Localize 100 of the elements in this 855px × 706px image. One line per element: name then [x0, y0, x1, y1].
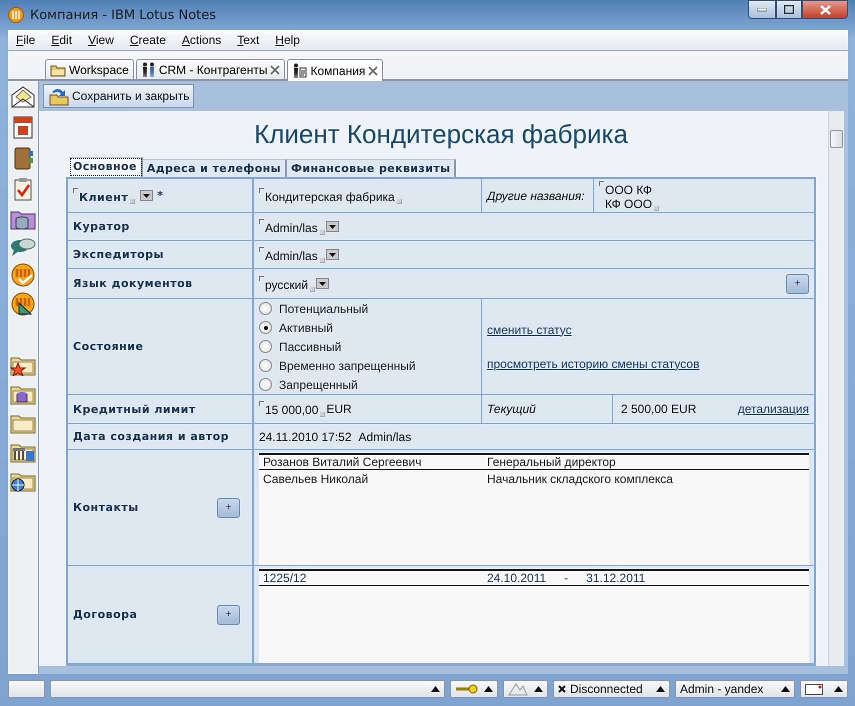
- menu-item[interactable]: Help: [275, 33, 300, 47]
- list-row[interactable]: Розанов Виталий Сергеевич Генеральный директор: [259, 453, 809, 470]
- menu-item[interactable]: Edit: [51, 33, 72, 47]
- field-label: Договора: [73, 608, 138, 621]
- radio-button[interactable]: [259, 359, 272, 372]
- field-label: Куратор: [73, 220, 130, 233]
- date-text: 24.11.2010 17:52: [259, 430, 352, 444]
- list-cell: 31.12.2011: [586, 571, 646, 585]
- tab[interactable]: Компания: [287, 59, 384, 81]
- text-field[interactable]: Кондитерская фабрика: [259, 188, 402, 204]
- people-icon: [140, 62, 156, 77]
- amount-text: 2 500,00 EUR: [621, 402, 696, 416]
- radio-option[interactable]: Временно запрещенный: [259, 356, 416, 375]
- envelope-icon[interactable]: [10, 85, 36, 109]
- menu-item[interactable]: Actions: [182, 33, 222, 47]
- form-tab[interactable]: Финансовые реквизиты: [287, 159, 456, 177]
- select-field[interactable]: Admin/las: [259, 246, 325, 262]
- radio-option[interactable]: Запрещенный: [259, 375, 358, 394]
- caret-up-icon[interactable]: [534, 686, 543, 692]
- status-panel[interactable]: [503, 680, 548, 698]
- caret-up-icon[interactable]: [431, 686, 440, 692]
- list-cell: Генеральный директор: [487, 455, 616, 469]
- list-cell: Начальник складского комплекса: [487, 472, 673, 486]
- maximize-button[interactable]: [776, 0, 802, 19]
- location-status[interactable]: Disconnected: [553, 680, 670, 698]
- required-mark: *: [157, 189, 164, 202]
- link[interactable]: просмотреть историю смены статусов: [487, 356, 700, 370]
- scrollbar[interactable]: [828, 111, 844, 666]
- list-cell-text: 1225/12: [263, 571, 308, 585]
- field-label: Дата создания и автор: [73, 430, 230, 443]
- tab[interactable]: Workspace: [45, 59, 134, 79]
- radio-option[interactable]: Потенциальный: [259, 299, 368, 318]
- save-close-button[interactable]: Сохранить и закрыть: [43, 84, 194, 108]
- caret-up-icon[interactable]: [656, 686, 665, 692]
- field-label: Текущий: [487, 402, 536, 416]
- amount-field[interactable]: 15 000,00: [259, 401, 326, 417]
- select-field[interactable]: Admin/las: [259, 218, 325, 234]
- user-status[interactable]: Admin - yandex: [675, 680, 795, 698]
- menu-item[interactable]: Text: [237, 33, 260, 47]
- speech-bubbles-icon[interactable]: [10, 236, 36, 258]
- list-cell-text: Розанов Виталий Сергеевич: [263, 455, 422, 469]
- close-button[interactable]: [802, 0, 848, 19]
- field-label: Состояние: [73, 340, 144, 353]
- list-row[interactable]: Савельев Николай Начальник складского комплекса: [259, 470, 809, 487]
- radio-button[interactable]: [259, 340, 272, 353]
- minimize-icon: [757, 8, 767, 12]
- field-label: Контакты: [73, 501, 139, 514]
- link[interactable]: детализация: [738, 402, 809, 416]
- dropdown-button[interactable]: [326, 221, 339, 232]
- radio-button[interactable]: [259, 321, 272, 334]
- add-button[interactable]: +: [217, 604, 240, 624]
- tab-label: Workspace: [69, 62, 129, 76]
- people-check-icon[interactable]: [11, 263, 35, 287]
- key-icon: [455, 684, 479, 694]
- list-row[interactable]: 1225/12 24.10.2011 - 31.12.2011: [259, 569, 809, 586]
- tab[interactable]: CRM - Контрагенты: [136, 59, 286, 79]
- calendar-icon[interactable]: [11, 114, 35, 140]
- status-text: Disconnected: [570, 682, 643, 696]
- app-logo-icon: [8, 7, 24, 23]
- dropdown-button[interactable]: [140, 190, 154, 201]
- caret-up-icon[interactable]: [834, 686, 843, 692]
- list-cell: -: [564, 571, 568, 585]
- add-button[interactable]: +: [786, 274, 809, 294]
- dropdown-button[interactable]: [326, 249, 339, 260]
- link[interactable]: сменить статус: [487, 322, 572, 336]
- text-field[interactable]: ООО КФ КФ ООО: [599, 180, 660, 210]
- caret-up-icon[interactable]: [484, 686, 493, 692]
- dropdown-button[interactable]: [316, 278, 330, 289]
- form-tab[interactable]: Адреса и телефоны: [142, 159, 288, 177]
- radio-option[interactable]: Пассивный: [259, 337, 342, 356]
- select-field[interactable]: русский: [259, 276, 316, 292]
- window-title: Компания - IBM Lotus Notes: [30, 8, 216, 22]
- field-label: Экспедиторы: [73, 248, 164, 261]
- caret-down-icon: [328, 252, 336, 256]
- status-text: Admin - yandex: [680, 682, 764, 696]
- menu-item[interactable]: Create: [130, 33, 166, 47]
- menu-item[interactable]: File: [16, 33, 36, 47]
- add-button[interactable]: +: [217, 498, 240, 518]
- close-icon: [558, 685, 566, 693]
- radio-button[interactable]: [259, 302, 272, 315]
- list-cell-text: Савельев Николай: [263, 472, 370, 486]
- author-text: Admin/las: [358, 430, 412, 444]
- status-panel: [8, 680, 45, 698]
- radio-button[interactable]: [259, 378, 272, 391]
- close-icon[interactable]: [368, 66, 378, 76]
- status-panel[interactable]: [800, 680, 848, 698]
- radio-option[interactable]: Активный: [259, 318, 333, 337]
- caret-down-icon: [319, 282, 326, 286]
- caret-up-icon[interactable]: [781, 686, 790, 692]
- minimize-button[interactable]: [748, 0, 776, 19]
- field-label: Язык документов: [73, 277, 193, 290]
- menu-item[interactable]: View: [88, 33, 114, 47]
- status-panel[interactable]: [450, 680, 498, 698]
- close-icon[interactable]: [270, 64, 280, 74]
- caret-down-icon: [143, 194, 150, 198]
- list-cell: 24.10.2011: [487, 571, 546, 585]
- signature-icon: [508, 682, 528, 696]
- close-icon: [820, 4, 830, 14]
- tab-label: Компания: [310, 64, 366, 78]
- form-tab[interactable]: Основное: [69, 157, 143, 177]
